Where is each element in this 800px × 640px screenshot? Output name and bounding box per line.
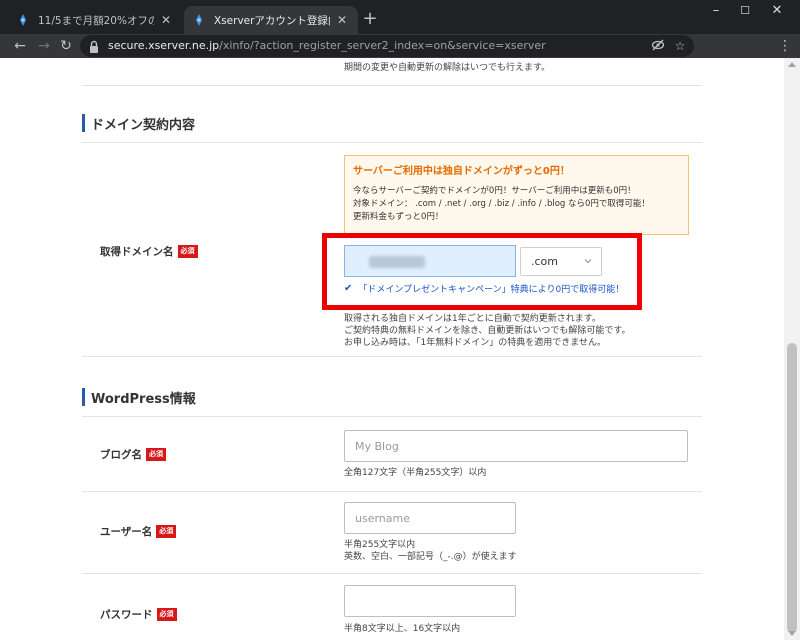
xserver-favicon-icon	[192, 13, 206, 27]
required-badge: 必須	[146, 448, 166, 461]
blog-name-help: 全角127文字（半角255文字）以内	[344, 468, 487, 478]
promo-headline: サーバーご利用中は独自ドメインがずっと0円！	[353, 166, 570, 177]
divider	[82, 491, 702, 492]
domain-renewal-notes: 取得される独自ドメインは1年ごとに自動で契約更新されます。 ご契約特典の無料ドメ…	[344, 314, 631, 348]
forward-arrow-icon[interactable]: →	[34, 36, 54, 56]
divider	[82, 142, 702, 143]
password-input[interactable]	[344, 585, 516, 617]
new-tab-plus-icon[interactable]: +	[360, 9, 380, 29]
browser-tab-1[interactable]: 11/5まで月額20%オフの税抜720円 ✕	[8, 6, 182, 34]
scroll-down-icon[interactable]	[788, 631, 796, 636]
tab-title: 11/5まで月額20%オフの税抜720円	[38, 14, 154, 27]
page-viewport: 期間の変更や自動更新の解除はいつでも行えます。 ドメイン契約内容 サーバーご利用…	[0, 58, 784, 640]
red-highlight-frame	[322, 233, 642, 310]
divider	[82, 416, 702, 417]
tab-close-icon[interactable]: ✕	[334, 13, 350, 27]
browser-toolbar: ← → ↻ secure.xserver.ne.jp/xinfo/?action…	[0, 34, 800, 58]
divider	[82, 356, 702, 357]
user-name-help: 半角255文字以内 英数、空白、一部記号（_-.@）が使えます	[344, 540, 517, 562]
divider	[82, 85, 702, 86]
contract-note: 期間の変更や自動更新の解除はいつでも行えます。	[344, 63, 551, 73]
divider	[82, 573, 702, 574]
browser-tab-bar: 11/5まで月額20%オフの税抜720円 ✕ Xserverアカウント登録内容の…	[0, 0, 800, 34]
tab-close-icon[interactable]: ✕	[158, 13, 174, 27]
free-domain-promo-box: サーバーご利用中は独自ドメインがずっと0円！ 今ならサーバーご契約でドメインが0…	[344, 155, 689, 235]
bookmark-star-icon[interactable]: ☆	[672, 38, 688, 54]
blog-name-input[interactable]: My Blog	[344, 430, 688, 462]
lock-icon	[88, 39, 100, 53]
promo-line: 対象ドメイン： .com / .net / .org / .biz / .inf…	[353, 199, 650, 209]
reload-icon[interactable]: ↻	[56, 36, 76, 56]
window-close-icon[interactable]: ✕	[754, 0, 800, 24]
password-help: 半角8文字以上、16文字以内	[344, 624, 461, 634]
required-badge: 必須	[156, 525, 177, 538]
eye-off-icon[interactable]	[650, 38, 666, 54]
blog-name-label: ブログ名 必須	[100, 447, 166, 462]
section-accent-bar	[82, 114, 85, 132]
scrollbar-thumb[interactable]	[787, 343, 797, 633]
section-accent-bar	[82, 388, 85, 406]
blog-name-placeholder: My Blog	[355, 440, 399, 453]
address-bar[interactable]: secure.xserver.ne.jp/xinfo/?action_regis…	[80, 35, 694, 57]
scroll-up-icon[interactable]	[788, 62, 796, 67]
required-badge: 必須	[156, 608, 177, 621]
user-name-input[interactable]: username	[344, 502, 516, 534]
promo-line: 今ならサーバーご契約でドメインが0円！サーバーご利用中は更新も0円！	[353, 186, 636, 196]
browser-menu-icon[interactable]: ⋮	[778, 38, 792, 54]
back-arrow-icon[interactable]: ←	[10, 36, 30, 56]
page-scrollbar[interactable]	[784, 58, 800, 640]
user-name-label: ユーザー名 必須	[100, 524, 177, 539]
required-badge: 必須	[177, 245, 198, 258]
wordpress-section-title: WordPress情報	[82, 387, 196, 407]
domain-section-title: ドメイン契約内容	[82, 113, 195, 133]
tab-title: Xserverアカウント登録内容の入力画	[214, 14, 330, 27]
xserver-favicon-icon	[16, 13, 30, 27]
user-name-placeholder: username	[355, 512, 410, 525]
url-text: secure.xserver.ne.jp/xinfo/?action_regis…	[108, 39, 546, 52]
promo-line: 更新料金もずっと0円！	[353, 212, 444, 222]
password-label: パスワード 必須	[100, 607, 177, 622]
browser-tab-2[interactable]: Xserverアカウント登録内容の入力画 ✕	[184, 6, 358, 34]
domain-name-label: 取得ドメイン名 必須	[100, 244, 198, 259]
form-content: 期間の変更や自動更新の解除はいつでも行えます。 ドメイン契約内容 サーバーご利用…	[82, 58, 702, 640]
